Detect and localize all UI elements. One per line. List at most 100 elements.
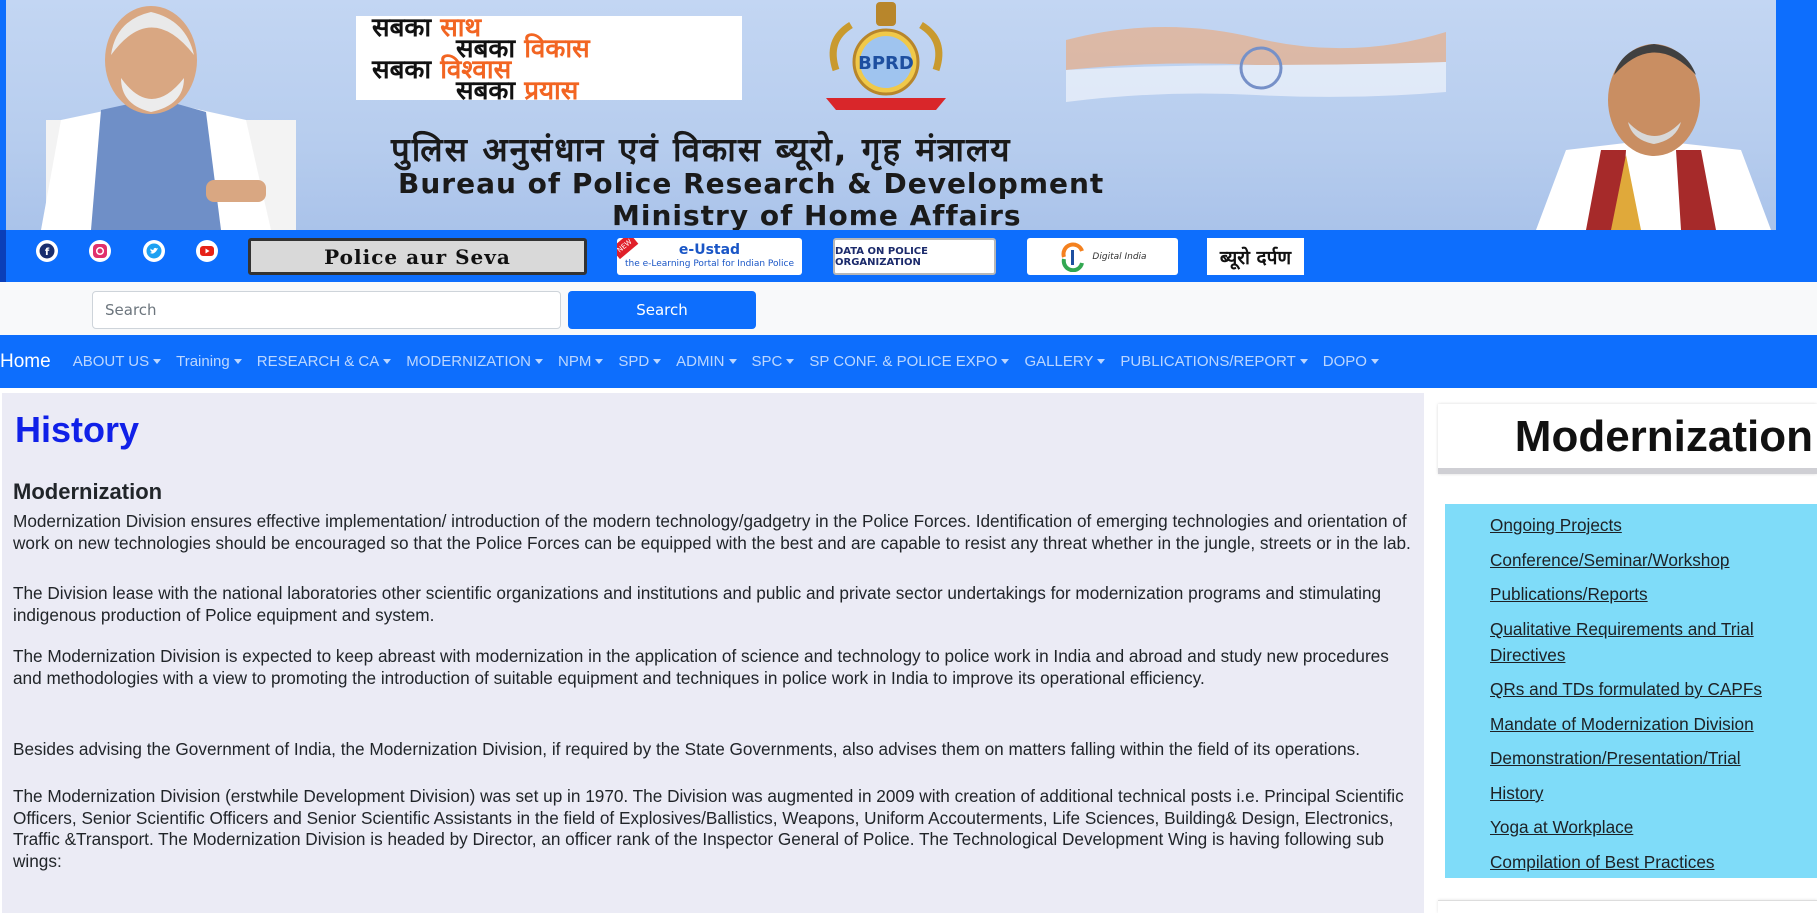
content-paragraph: The Modernization Division is expected t… (13, 646, 1389, 688)
nav-dopo[interactable]: DOPO (1323, 353, 1379, 370)
search-bar: Search (0, 282, 1817, 335)
quick-links-strip: f Police aur Seva NEW e-Ustad the e-Lear… (0, 230, 1817, 282)
nav-label: RESEARCH & CA (256, 353, 380, 370)
caret-down-icon (653, 359, 662, 364)
caret-down-icon (1001, 359, 1010, 364)
sidebar-link-best-practices[interactable]: Compilation of Best Practices (1490, 849, 1810, 875)
page-title: History (15, 409, 140, 450)
youtube-icon-glyph (200, 246, 214, 256)
twitter-icon[interactable] (143, 240, 165, 262)
caret-down-icon (728, 359, 737, 364)
content-paragraph: The Division lease with the national lab… (13, 583, 1382, 625)
slogan-word: सबका (372, 55, 432, 85)
bureau-darpan-link[interactable]: ब्यूरो दर्पण (1207, 238, 1304, 275)
banner-title-english: Bureau of Police Research & Development (398, 167, 1105, 200)
nav-modernization[interactable]: MODERNIZATION (406, 353, 543, 370)
content-paragraph: Besides advising the Government of India… (13, 739, 1361, 759)
header-banner: सबका साथ सबका विकास सबका विश्वास सबका प्… (0, 0, 1817, 230)
leader-portrait-right (1536, 44, 1771, 230)
nav-about-us[interactable]: ABOUT US (72, 353, 162, 370)
caret-down-icon (233, 359, 242, 364)
sidebar-link-history[interactable]: History (1490, 780, 1810, 806)
indian-flag-graphic (1066, 26, 1446, 102)
caret-down-icon (153, 359, 162, 364)
banner-image: सबका साथ सबका विकास सबका विश्वास सबका प्… (6, 0, 1776, 230)
facebook-icon[interactable]: f (36, 240, 58, 262)
nav-label: SPD (618, 353, 650, 370)
twitter-icon-glyph (146, 243, 162, 259)
content-paragraph: The Modernization Division (erstwhile De… (13, 786, 1404, 871)
sidebar-heading: Modernization (1514, 412, 1813, 461)
nav-admin[interactable]: ADMIN (676, 353, 737, 370)
caret-down-icon (534, 359, 543, 364)
main-navbar: Home ABOUT US Training RESEARCH & CA MOD… (0, 335, 1817, 388)
nav-label: SPC (751, 353, 783, 370)
sidebar-link-ongoing-projects[interactable]: Ongoing Projects (1490, 512, 1810, 538)
caret-down-icon (383, 359, 392, 364)
caret-down-icon (1299, 359, 1308, 364)
sidebar-link-mandate[interactable]: Mandate of Modernization Division (1490, 711, 1810, 737)
slogan-word: सबका (456, 76, 516, 106)
nav-gallery[interactable]: GALLERY (1024, 353, 1106, 370)
slogan-box: सबका साथ सबका विकास सबका विश्वास सबका प्… (356, 13, 742, 104)
svg-text:f: f (45, 247, 50, 258)
slogan-word: प्रयास (524, 76, 579, 106)
nav-publications-report[interactable]: PUBLICATIONS/REPORT (1120, 353, 1308, 370)
sidebar-link-conference[interactable]: Conference/Seminar/Workshop (1490, 547, 1810, 573)
sidebar-next-box (1438, 900, 1817, 913)
caret-down-icon (1097, 359, 1106, 364)
nav-spc[interactable]: SPC (752, 353, 795, 370)
strip-edge (0, 230, 6, 282)
nav-label: PUBLICATIONS/REPORT (1120, 353, 1296, 370)
nav-label: NPM (557, 353, 592, 370)
banner-subtitle-english: Ministry of Home Affairs (612, 199, 1022, 230)
leader-portrait-left (41, 6, 296, 230)
e-ustad-subtitle: the e-Learning Portal for Indian Police (624, 258, 795, 269)
digital-india-link[interactable]: Digital India (1027, 238, 1178, 275)
section-title: Modernization (13, 479, 163, 504)
nav-home[interactable]: Home (0, 351, 51, 373)
e-ustad-link[interactable]: NEW e-Ustad the e-Learning Portal for In… (617, 238, 802, 275)
youtube-icon[interactable] (196, 240, 218, 262)
data-on-police-organization-link[interactable]: DATA ON POLICE ORGANIZATION (833, 238, 996, 275)
nav-training[interactable]: Training (176, 353, 242, 370)
sidebar-link-yoga[interactable]: Yoga at Workplace (1490, 814, 1810, 840)
instagram-icon[interactable] (89, 240, 111, 262)
sidebar-heading-box: Modernization (1438, 404, 1817, 474)
e-ustad-title: e-Ustad (678, 241, 741, 258)
digital-india-logo-icon (1061, 242, 1085, 272)
nav-label: DOPO (1322, 353, 1367, 370)
nav-label: SP CONF. & POLICE EXPO (809, 353, 998, 370)
sidebar-link-demonstration[interactable]: Demonstration/Presentation/Trial (1490, 745, 1810, 771)
nav-label: Training (176, 353, 230, 370)
caret-down-icon (595, 359, 604, 364)
nav-label: ABOUT US (72, 353, 150, 370)
content-paragraph: Modernization Division ensures effective… (13, 511, 1411, 553)
caret-down-icon (786, 359, 795, 364)
nav-label: MODERNIZATION (406, 353, 531, 370)
sidebar-links: Ongoing Projects Conference/Seminar/Work… (1445, 504, 1817, 878)
digital-india-label: Digital India (1092, 251, 1147, 262)
bprd-logo-text: BPRD (858, 53, 914, 74)
slogan-word: सबका (372, 13, 432, 43)
nav-label: GALLERY (1024, 353, 1094, 370)
nav-spd[interactable]: SPD (618, 353, 662, 370)
caret-down-icon (1370, 359, 1379, 364)
search-button[interactable]: Search (568, 291, 756, 329)
nav-label: ADMIN (676, 353, 725, 370)
slogan-word: विकास (524, 34, 590, 64)
nav-npm[interactable]: NPM (557, 353, 604, 370)
bprd-logo: BPRD (826, 2, 946, 110)
facebook-icon-glyph: f (39, 243, 55, 259)
sidebar-link-publications[interactable]: Publications/Reports (1490, 581, 1810, 607)
nav-sp-conf-police-expo[interactable]: SP CONF. & POLICE EXPO (809, 353, 1010, 370)
police-aur-seva-link[interactable]: Police aur Seva (248, 238, 587, 275)
content-panel: History Modernization Modernization Divi… (2, 393, 1424, 913)
search-input[interactable] (92, 291, 561, 329)
sidebar-link-qrs-tds-capfs[interactable]: QRs and TDs formulated by CAPFs (1490, 676, 1810, 702)
instagram-icon-glyph (93, 244, 107, 258)
main-area: History Modernization Modernization Divi… (0, 388, 1817, 913)
banner-title-hindi: पुलिस अनुसंधान एवं विकास ब्यूरो, गृह मंत… (391, 130, 1012, 169)
nav-research-ca[interactable]: RESEARCH & CA (257, 353, 392, 370)
sidebar-link-qualitative-requirements[interactable]: Qualitative Requirements and Trial Direc… (1490, 616, 1810, 668)
